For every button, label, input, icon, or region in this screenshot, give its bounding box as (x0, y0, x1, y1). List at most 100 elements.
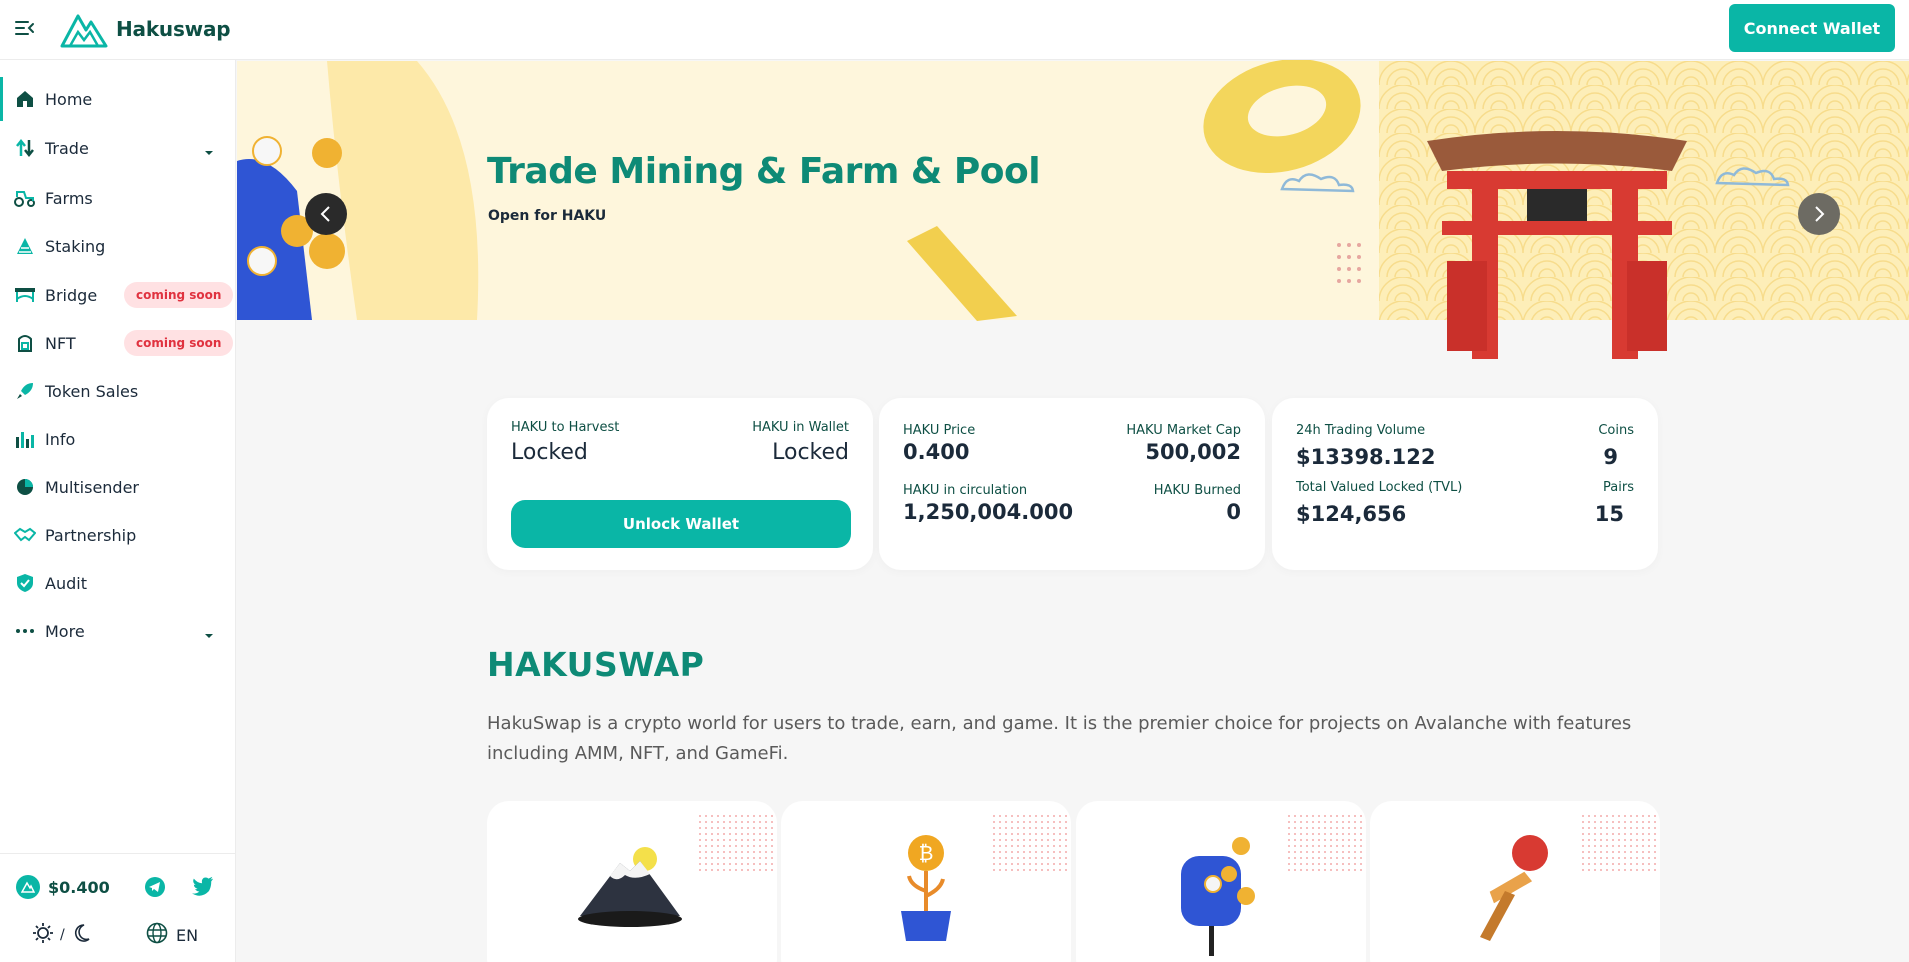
donut-illustration (1203, 58, 1361, 174)
sidebar-item-label: Farms (45, 188, 93, 208)
burned-value: 0 (1226, 500, 1241, 524)
sidebar-item-multisender[interactable]: Multisender (0, 465, 236, 509)
home-icon (14, 88, 36, 110)
kendama-illustration (1480, 835, 1548, 941)
moon-icon (71, 923, 91, 947)
sidebar-item-label: Staking (45, 236, 106, 256)
menu-collapse-icon[interactable] (14, 19, 36, 37)
sidebar-item-label: Partnership (45, 525, 137, 545)
coming-soon-badge: coming soon (124, 330, 234, 356)
price-value: 0.400 (903, 440, 970, 464)
burned-label: HAKU Burned (1153, 483, 1241, 498)
carousel-prev-button[interactable] (305, 193, 347, 235)
tvl-label: Total Valued Locked (TVL) (1296, 480, 1463, 495)
market-cap-value: 500,002 (1145, 440, 1241, 464)
caret-down-icon (204, 143, 214, 155)
sidebar-item-trade[interactable]: Trade (0, 126, 236, 170)
harvest-label: HAKU to Harvest (511, 420, 620, 435)
coming-soon-badge: coming soon (124, 282, 234, 308)
pairs-label: Pairs (1603, 480, 1634, 495)
sidebar-item-info[interactable]: Info (0, 417, 236, 461)
sidebar-footer: $0.400 / EN (0, 853, 236, 962)
mailbox-illustration (1181, 837, 1255, 956)
section-title: HAKUSWAP (487, 645, 705, 684)
mountain-logo-icon (60, 14, 108, 48)
theme-separator: / (60, 927, 65, 943)
wallet-value: Locked (772, 440, 849, 465)
connect-wallet-button[interactable]: Connect Wallet (1729, 4, 1895, 52)
sidebar-item-staking[interactable]: Staking (0, 224, 236, 268)
mountain-illustration (578, 847, 682, 927)
top-header: Hakuswap Connect Wallet (0, 0, 1909, 60)
carousel-next-button[interactable] (1798, 193, 1840, 235)
more-icon (14, 620, 36, 642)
language-selector[interactable]: EN (146, 922, 198, 948)
staking-icon (14, 235, 36, 257)
telegram-icon[interactable] (144, 876, 166, 898)
haku-price-pill[interactable]: $0.400 (16, 875, 110, 899)
chevron-left-icon (320, 206, 330, 222)
coin-plant-illustration: ₿ (901, 835, 951, 941)
trade-icon (14, 137, 36, 159)
yellow-block-illustration (907, 226, 1017, 321)
sidebar-item-nft[interactable]: NFT coming soon (0, 321, 236, 365)
chart-icon (14, 428, 36, 450)
handshake-icon (14, 524, 36, 546)
wallet-label: HAKU in Wallet (752, 420, 849, 435)
dot-pattern (1286, 813, 1366, 873)
pairs-value: 15 (1594, 502, 1624, 526)
hero-banner: Trade Mining & Farm & Pool Open for HAKU (237, 58, 1909, 359)
pie-icon (14, 476, 36, 498)
feature-card[interactable]: ₿ (781, 801, 1071, 962)
sidebar-item-bridge[interactable]: Bridge coming soon (0, 273, 236, 317)
sidebar-item-token-sales[interactable]: Token Sales (0, 369, 236, 413)
theme-toggle[interactable]: / (32, 922, 91, 948)
market-cap-label: HAKU Market Cap (1126, 423, 1241, 438)
haku-coin-icon (16, 875, 40, 899)
sidebar-item-audit[interactable]: Audit (0, 561, 236, 605)
hakuswap-logo[interactable]: Hakuswap (60, 10, 231, 48)
twitter-icon[interactable] (192, 876, 214, 898)
banner-title: Trade Mining & Farm & Pool (487, 151, 1041, 192)
sidebar-item-label: Audit (45, 573, 87, 593)
haku-price: $0.400 (48, 877, 110, 897)
brand-name: Hakuswap (116, 17, 231, 41)
feature-card[interactable] (1370, 801, 1660, 962)
sidebar-item-label: Info (45, 429, 76, 449)
tractor-icon (14, 187, 36, 209)
coins-value: 9 (1603, 445, 1618, 469)
tvl-value: $124,656 (1296, 502, 1407, 526)
sidebar-item-label: Token Sales (45, 381, 139, 401)
rocket-icon (14, 380, 36, 402)
sidebar-item-more[interactable]: More (0, 609, 236, 653)
dot-grid-decoration (1337, 243, 1361, 283)
volume-label: 24h Trading Volume (1296, 423, 1426, 438)
shield-icon (14, 572, 36, 594)
dot-pattern (697, 813, 777, 873)
sidebar-item-label: More (45, 621, 85, 641)
unlock-wallet-button[interactable]: Unlock Wallet (511, 500, 851, 548)
cloud-icon (1715, 167, 1790, 187)
sidebar-item-partnership[interactable]: Partnership (0, 513, 236, 557)
circulation-label: HAKU in circulation (903, 483, 1028, 498)
sidebar-item-label: NFT (45, 333, 76, 353)
feature-card[interactable] (487, 801, 777, 962)
language-code: EN (176, 925, 199, 945)
volume-card: 24h Trading Volume $13398.122 Coins 9 To… (1272, 398, 1658, 570)
torii-gate-illustration (1427, 131, 1687, 359)
dot-pattern (991, 813, 1071, 873)
svg-text:₿: ₿ (919, 841, 934, 865)
haku-price-card: HAKU Price 0.400 HAKU Market Cap 500,002… (879, 398, 1265, 570)
sidebar-item-farms[interactable]: Farms (0, 176, 236, 220)
chevron-right-icon (1815, 206, 1825, 222)
globe-icon (146, 922, 168, 948)
sidebar-item-home[interactable]: Home (0, 77, 236, 121)
caret-down-icon (204, 626, 214, 638)
harvest-value: Locked (511, 440, 588, 465)
sidebar-item-label: Trade (45, 138, 89, 158)
feature-card[interactable] (1076, 801, 1366, 962)
volume-value: $13398.122 (1296, 445, 1436, 469)
cloud-icon (1280, 173, 1355, 193)
sidebar-item-label: Home (45, 89, 93, 109)
banner-subtitle: Open for HAKU (488, 208, 607, 224)
